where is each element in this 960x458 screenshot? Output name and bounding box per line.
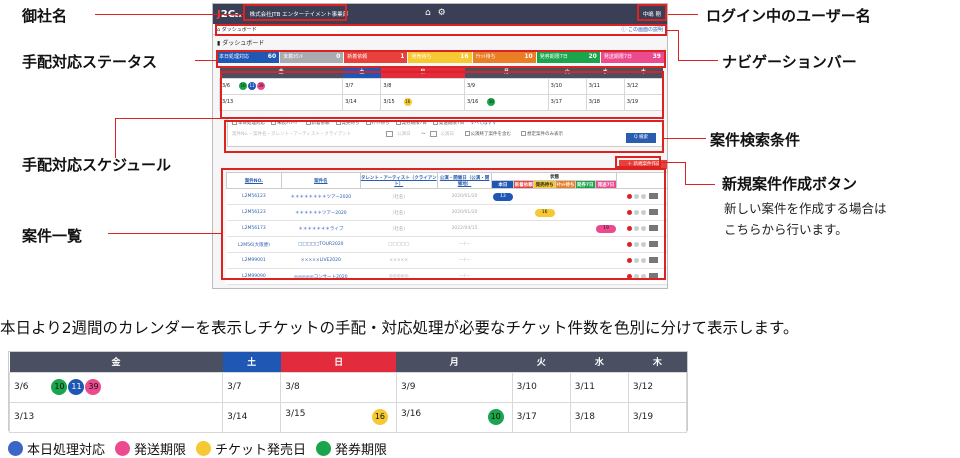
calendar-cell[interactable]: 3/9 [395, 371, 513, 403]
callout-schedule: 手配対応スケジュール [22, 156, 171, 174]
calendar-cell[interactable]: 3/10 [511, 371, 571, 403]
calendar-cell[interactable]: 3/16 10 [395, 401, 513, 433]
schedule-calendar-large: 金土日月火水木 3/6 10 11 39 3/7 3/8 3/9 3/10 3/11 3/12 3/1… [8, 351, 688, 433]
page-title: ▮ ダッシュボード [213, 35, 667, 50]
legend-dot-icon [115, 441, 131, 456]
description-text: 本日より2週間のカレンダーを表示しチケットの手配・対応処理が必要なチケット件数を… [0, 319, 799, 337]
calendar-badges: 16 [371, 409, 388, 425]
calendar-date: 3/17 [516, 412, 537, 422]
legend-label: チケット発売日 [215, 443, 307, 458]
calendar-day-header: 月 [396, 352, 513, 372]
gear-icon[interactable]: ⚙ [438, 8, 446, 18]
legend-item: 本日処理対応 [8, 439, 105, 458]
calendar-date: 3/13 [14, 412, 35, 422]
calendar-date: 3/9 [400, 382, 416, 392]
calendar-date: 3/11 [574, 382, 595, 392]
calendar-day-header: 日 [280, 352, 397, 372]
callout-login: ログイン中のユーザー名 [706, 7, 871, 25]
top-icons: ⌂ ⚙ [425, 8, 446, 18]
callout-company: 御社名 [22, 7, 68, 25]
calendar-day-header: 水 [570, 352, 629, 372]
count-badge[interactable]: 10 [51, 379, 68, 395]
cases-highlight [221, 168, 666, 280]
schedule-highlight [220, 71, 664, 119]
calendar-cell[interactable]: 3/19 [627, 401, 688, 433]
calendar-cell[interactable]: 3/17 [511, 401, 571, 433]
calendar-cell[interactable]: 3/8 [280, 371, 397, 403]
calendar-date: 3/6 [14, 382, 29, 392]
count-badge[interactable]: 39 [85, 379, 102, 395]
calendar-date: 3/10 [516, 382, 537, 392]
calendar-date: 3/14 [227, 412, 248, 422]
callout-cases: 案件一覧 [22, 227, 83, 245]
calendar-cell[interactable]: 3/13 [8, 401, 224, 433]
calendar-cell[interactable]: 3/7 [222, 371, 282, 403]
user-highlight [637, 4, 667, 21]
search-highlight [224, 120, 664, 153]
calendar-cell[interactable]: 3/18 [569, 401, 629, 433]
count-badge[interactable]: 16 [371, 409, 388, 425]
legend-item: 発送期限 [115, 439, 186, 458]
callout-nav: ナビゲーションバー [722, 53, 857, 71]
status-highlight [216, 50, 666, 68]
calendar-date: 3/8 [285, 382, 300, 392]
legend-item: チケット発売日 [196, 439, 306, 458]
callout-status: 手配対応ステータス [22, 53, 158, 71]
legend-label: 発送期限 [134, 443, 187, 458]
calendar-badges: 10 11 39 [50, 379, 102, 395]
legend-dot-icon [316, 441, 332, 456]
calendar-day-header: 土 [222, 352, 281, 372]
legend-item: 発券期限 [316, 439, 387, 458]
calendar-date: 3/19 [632, 412, 654, 422]
calendar-day-header: 木 [628, 352, 687, 372]
calendar-cell[interactable]: 3/6 10 11 39 [8, 371, 224, 403]
callout-newcase: 新規案件作成ボタン [722, 175, 858, 193]
calendar-date: 3/7 [227, 382, 242, 392]
calendar-day-header: 金 [9, 352, 223, 372]
legend-label: 発券期限 [335, 443, 388, 458]
callout-newcase-note: 新しい案件を作成する場合は こちらから行います。 [724, 201, 887, 237]
legend-dot-icon [196, 441, 212, 456]
calendar-cell[interactable]: 3/11 [569, 371, 629, 403]
legend-dot-icon [8, 441, 23, 456]
legend: 本日処理対応 発送期限 チケット発売日 発券期限 [8, 439, 397, 458]
calendar-date: 3/18 [574, 412, 595, 422]
company-highlight [243, 4, 347, 21]
nav-highlight [215, 24, 667, 36]
calendar-cell[interactable]: 3/12 [627, 371, 688, 403]
calendar-badges: 10 [487, 409, 504, 425]
calendar-cell[interactable]: 3/14 [222, 401, 282, 433]
legend-label: 本日処理対応 [27, 443, 106, 458]
newcase-highlight [615, 156, 661, 168]
calendar-day-header: 火 [512, 352, 571, 372]
count-badge[interactable]: 11 [68, 379, 85, 395]
home-icon[interactable]: ⌂ [425, 8, 431, 18]
calendar-date: 3/12 [632, 382, 654, 392]
callout-search: 案件検索条件 [710, 131, 801, 149]
calendar-date: 3/15 [285, 409, 306, 419]
count-badge[interactable]: 10 [487, 409, 504, 425]
calendar-date: 3/16 [400, 409, 422, 419]
calendar-cell[interactable]: 3/15 16 [280, 401, 397, 433]
